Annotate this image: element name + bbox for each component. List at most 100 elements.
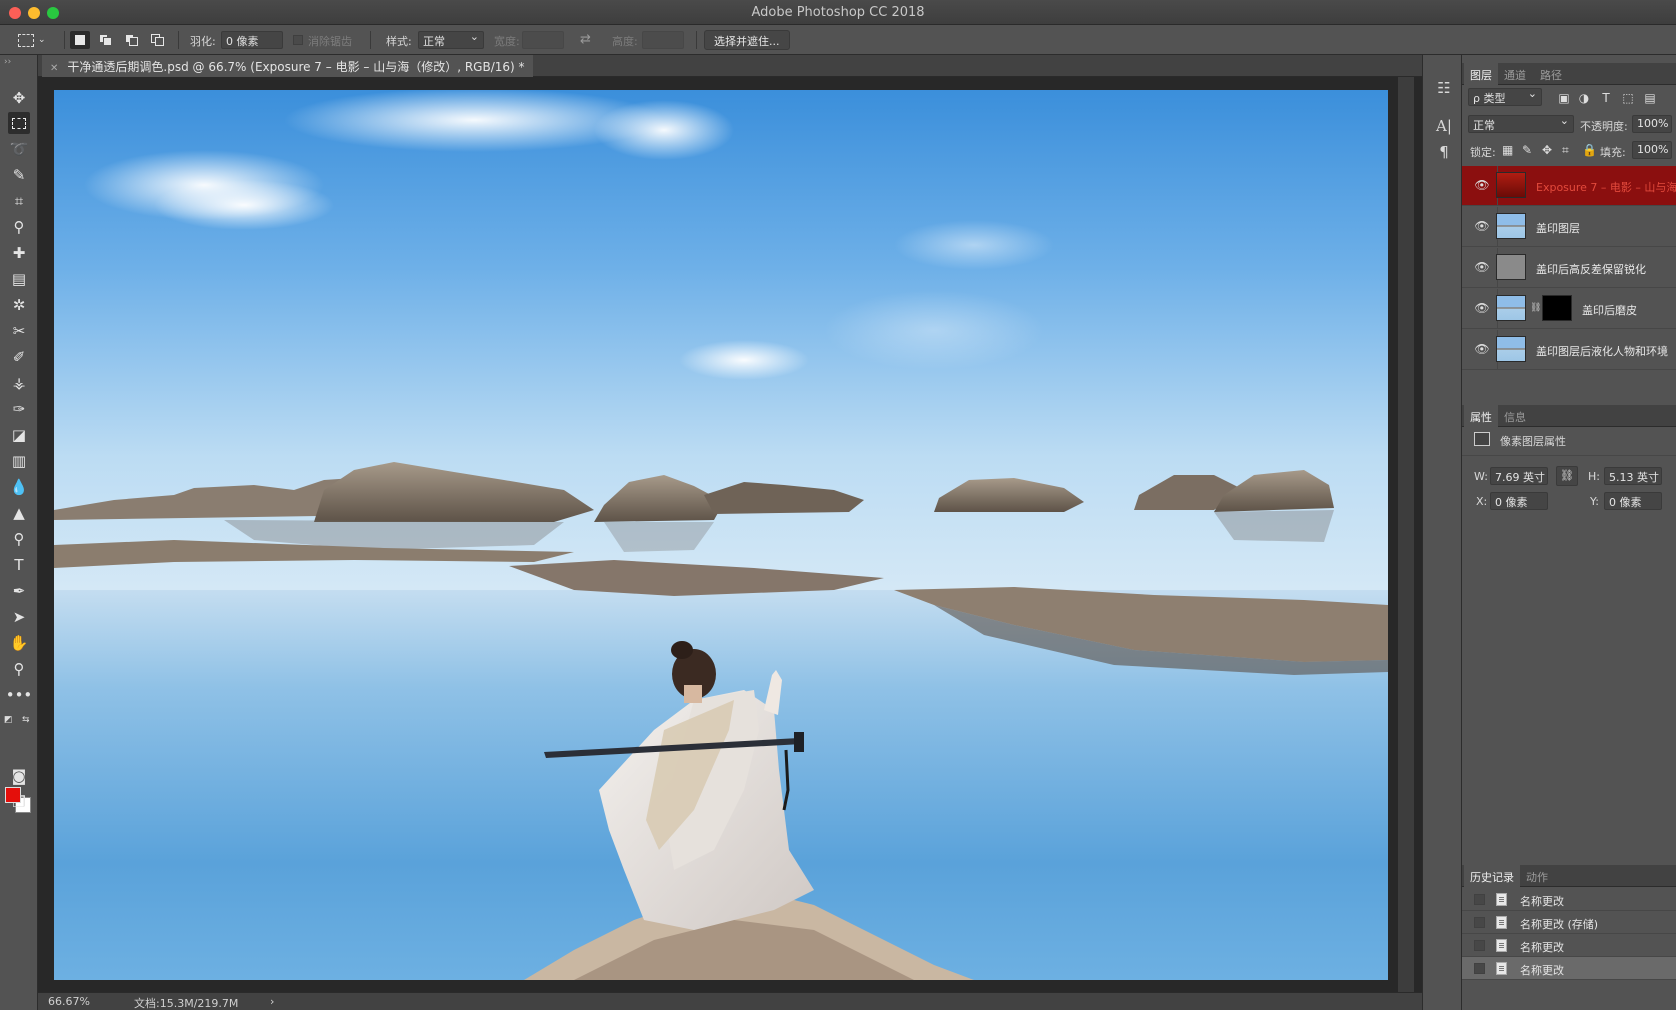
filter-pixel-icon[interactable]: ▣ bbox=[1556, 90, 1572, 106]
paragraph-dock-icon[interactable]: ¶ bbox=[1433, 141, 1455, 163]
lock-all-icon[interactable]: 🔒 bbox=[1582, 143, 1597, 157]
style-select[interactable]: 正常 bbox=[418, 31, 484, 49]
lock-artboard-icon[interactable]: ⌗ bbox=[1562, 143, 1569, 158]
tab-paths[interactable]: 路径 bbox=[1534, 63, 1568, 85]
healing-brush-tool-icon[interactable]: ✚ bbox=[8, 242, 30, 264]
move-tool-icon[interactable]: ✥ bbox=[8, 87, 30, 109]
layer-row[interactable]: 👁 盖印图层后液化人物和环境 bbox=[1462, 330, 1676, 370]
select-and-mask-button[interactable]: 选择并遮住... bbox=[704, 30, 790, 50]
w-label: W: bbox=[1474, 470, 1488, 483]
crop-tool-icon[interactable]: ⌗ bbox=[8, 190, 30, 212]
layer-row[interactable]: 👁 ⛓ 盖印后磨皮 bbox=[1462, 289, 1676, 329]
x-value-field[interactable]: 0 像素 bbox=[1490, 492, 1548, 510]
height-input[interactable] bbox=[642, 31, 684, 49]
width-value-field[interactable]: 7.69 英寸 bbox=[1490, 467, 1548, 485]
layer-mask-thumbnail[interactable] bbox=[1542, 295, 1572, 321]
antialias-checkbox[interactable] bbox=[293, 35, 303, 45]
new-selection-button[interactable] bbox=[70, 31, 90, 49]
history-source-checkbox[interactable] bbox=[1474, 963, 1485, 974]
history-item[interactable]: 名称更改 bbox=[1462, 888, 1676, 911]
character-dock-icon[interactable]: A| bbox=[1433, 115, 1455, 137]
filter-smart-object-icon[interactable]: ▤ bbox=[1642, 90, 1658, 106]
swap-colors-icon[interactable]: ⇆ bbox=[22, 715, 30, 725]
type-tool-icon[interactable]: T bbox=[8, 554, 30, 576]
spot-removal-tool-icon[interactable]: ✲ bbox=[8, 294, 30, 316]
patch-tool-icon[interactable]: ▤ bbox=[8, 268, 30, 290]
eye-icon[interactable]: 👁 bbox=[1474, 260, 1490, 274]
blur-tool-icon[interactable]: 💧 bbox=[8, 476, 30, 498]
more-tools-icon[interactable]: ••• bbox=[6, 684, 33, 706]
tab-history[interactable]: 历史记录 bbox=[1464, 865, 1520, 887]
mask-link-icon[interactable]: ⛓ bbox=[1530, 303, 1541, 313]
add-to-selection-button[interactable] bbox=[96, 31, 116, 49]
height-value-field[interactable]: 5.13 英寸 bbox=[1604, 467, 1662, 485]
swap-dimensions-icon[interactable]: ⇄ bbox=[580, 32, 591, 47]
layer-row[interactable]: 👁 盖印图层 bbox=[1462, 207, 1676, 247]
new-selection-icon bbox=[75, 35, 85, 45]
layer-filter-select[interactable]: ρ 类型 bbox=[1468, 88, 1542, 106]
lock-position-icon[interactable]: ✥ bbox=[1542, 143, 1552, 157]
tab-channels[interactable]: 通道 bbox=[1498, 63, 1532, 85]
close-tab-icon[interactable]: ✕ bbox=[50, 63, 58, 74]
lasso-tool-icon[interactable]: ➰ bbox=[8, 138, 30, 160]
eye-icon[interactable]: 👁 bbox=[1474, 178, 1490, 192]
eraser-tool-icon[interactable]: ◪ bbox=[8, 424, 30, 446]
sharpen-tool-icon[interactable]: ▲ bbox=[8, 502, 30, 524]
y-value-field[interactable]: 0 像素 bbox=[1604, 492, 1662, 510]
rect-marquee-tool-icon[interactable] bbox=[8, 112, 30, 134]
vertical-scrollbar[interactable] bbox=[1398, 77, 1414, 992]
tab-layers[interactable]: 图层 bbox=[1464, 63, 1498, 85]
zoom-level[interactable]: 66.67% bbox=[48, 995, 90, 1008]
lock-pixels-icon[interactable]: ✎ bbox=[1522, 143, 1532, 157]
dodge-tool-icon[interactable]: ⚲ bbox=[8, 528, 30, 550]
canvas-area[interactable] bbox=[38, 77, 1430, 992]
document-tab[interactable]: ✕ 干净通透后期调色.psd @ 66.7% (Exposure 7 – 电影 –… bbox=[42, 55, 533, 77]
quick-mask-icon[interactable]: ◙ bbox=[8, 765, 30, 787]
filter-type-icon[interactable]: T bbox=[1598, 90, 1614, 106]
gradient-tool-icon[interactable]: ▥ bbox=[8, 450, 30, 472]
path-selection-tool-icon[interactable]: ➤ bbox=[8, 606, 30, 628]
history-item[interactable]: 名称更改 (存储) bbox=[1462, 911, 1676, 934]
scissors-tool-icon[interactable]: ✂ bbox=[8, 320, 30, 342]
opacity-input[interactable]: 100% bbox=[1632, 115, 1672, 133]
zoom-tool-icon[interactable]: ⚲ bbox=[8, 658, 30, 680]
properties-dock-icon[interactable]: ☷ bbox=[1433, 77, 1455, 99]
hand-tool-icon[interactable]: ✋ bbox=[8, 632, 30, 654]
width-input[interactable] bbox=[522, 31, 564, 49]
fill-input[interactable]: 100% bbox=[1632, 141, 1672, 159]
document-tab-bar: ✕ 干净通透后期调色.psd @ 66.7% (Exposure 7 – 电影 –… bbox=[38, 55, 1430, 77]
history-source-checkbox[interactable] bbox=[1474, 894, 1485, 905]
layer-row[interactable]: 👁 盖印后高反差保留锐化 bbox=[1462, 248, 1676, 288]
eyedropper-tool-icon[interactable]: ⚲ bbox=[8, 216, 30, 238]
document-image[interactable] bbox=[54, 90, 1388, 980]
clone-stamp-tool-icon[interactable]: ⚶ bbox=[8, 372, 30, 394]
foreground-color-swatch[interactable] bbox=[5, 787, 21, 803]
brush-tool-icon[interactable]: ✐ bbox=[8, 346, 30, 368]
magic-wand-tool-icon[interactable]: ✎ bbox=[8, 164, 30, 186]
subtract-from-selection-button[interactable] bbox=[122, 31, 142, 49]
eye-icon[interactable]: 👁 bbox=[1474, 219, 1490, 233]
history-source-checkbox[interactable] bbox=[1474, 917, 1485, 928]
layer-row[interactable]: 👁 Exposure 7 – 电影 – 山与海 bbox=[1462, 166, 1676, 206]
pen-tool-icon[interactable]: ✒ bbox=[8, 580, 30, 602]
intersect-selection-button[interactable] bbox=[148, 31, 168, 49]
history-item[interactable]: 名称更改 bbox=[1462, 957, 1676, 980]
link-dimensions-icon[interactable]: ⛓ bbox=[1556, 466, 1578, 486]
collapse-toolbar-icon[interactable]: ›› bbox=[4, 57, 11, 67]
blend-mode-select[interactable]: 正常 bbox=[1468, 115, 1574, 133]
tab-info[interactable]: 信息 bbox=[1498, 405, 1532, 427]
feather-input[interactable]: 0 像素 bbox=[221, 31, 283, 49]
lock-transparent-icon[interactable]: ▦ bbox=[1502, 143, 1513, 157]
history-item[interactable]: 名称更改 bbox=[1462, 934, 1676, 957]
tab-actions[interactable]: 动作 bbox=[1520, 865, 1554, 887]
history-source-checkbox[interactable] bbox=[1474, 940, 1485, 951]
filter-adjustment-icon[interactable]: ◑ bbox=[1576, 90, 1592, 106]
history-brush-tool-icon[interactable]: ✑ bbox=[8, 398, 30, 420]
eye-icon[interactable]: 👁 bbox=[1474, 342, 1490, 356]
status-menu-chevron-icon[interactable]: › bbox=[270, 995, 274, 1008]
tab-properties[interactable]: 属性 bbox=[1464, 405, 1498, 427]
tool-preset-picker[interactable]: ⌄ bbox=[18, 25, 58, 55]
eye-icon[interactable]: 👁 bbox=[1474, 301, 1490, 315]
filter-shape-icon[interactable]: ⬚ bbox=[1620, 90, 1636, 106]
default-colors-icon[interactable]: ◩ bbox=[4, 715, 13, 725]
